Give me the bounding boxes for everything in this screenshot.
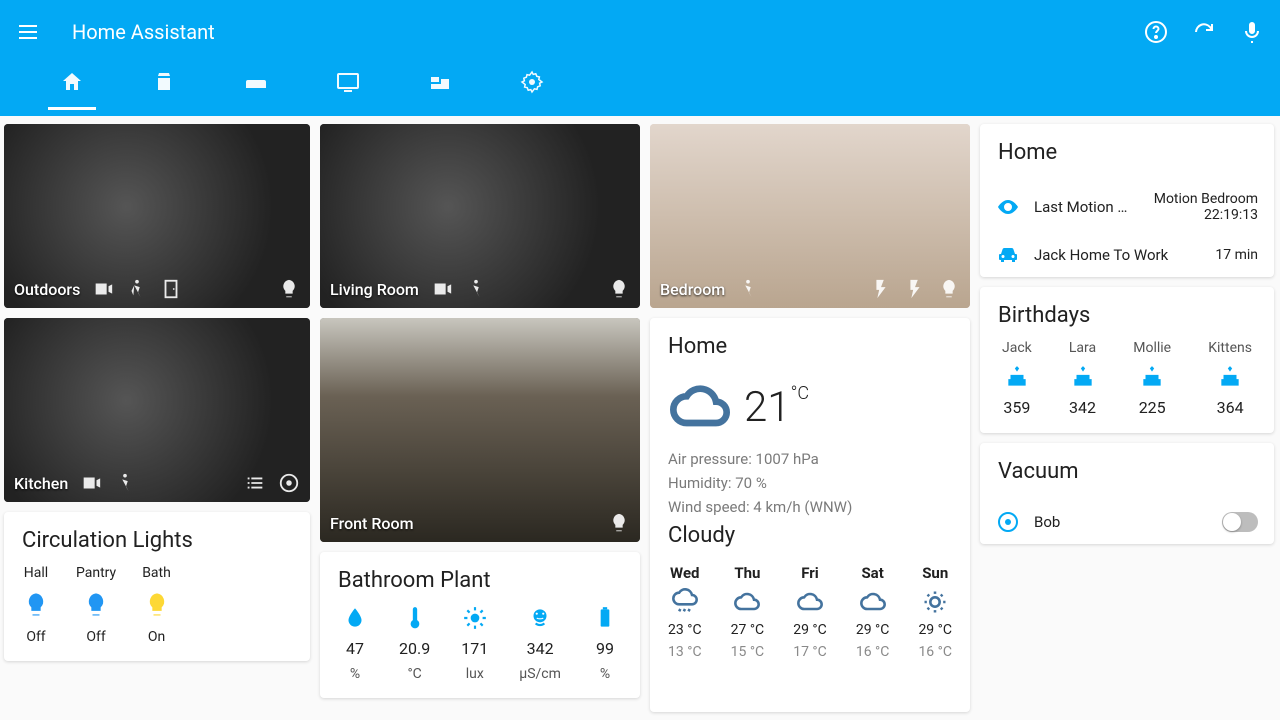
camera-label: Front Room bbox=[330, 514, 414, 533]
bulb-icon[interactable] bbox=[608, 512, 630, 534]
menu-button[interactable] bbox=[16, 20, 40, 44]
forecast-day: Thu27 °C15 °C bbox=[731, 564, 765, 660]
forecast-day: Sun29 °C16 °C bbox=[918, 564, 952, 660]
card-title: Home bbox=[998, 140, 1256, 165]
bulb-icon[interactable] bbox=[278, 278, 300, 300]
lights-card: Circulation Lights Hall Off Pantry Off B… bbox=[4, 512, 310, 661]
dashboard: Outdoors Kitchen Circulation Lights bbox=[0, 116, 1280, 720]
tab-bedroom[interactable] bbox=[416, 70, 464, 106]
plant-temp: 20.9°C bbox=[399, 605, 430, 682]
motion-icon bbox=[465, 278, 487, 300]
camera-label: Outdoors bbox=[14, 280, 80, 299]
plant-battery: 99% bbox=[592, 605, 618, 682]
camera-label: Living Room bbox=[330, 280, 419, 299]
plant-conductivity: 342µS/cm bbox=[519, 605, 561, 682]
tab-media[interactable] bbox=[324, 70, 372, 106]
row-last-motion[interactable]: Last Motion … Motion Bedroom 22:19:13 bbox=[980, 181, 1274, 233]
plant-card: Bathroom Plant 47% 20.9°C 171lux 342µS/c… bbox=[320, 552, 640, 698]
row-commute[interactable]: Jack Home To Work 17 min bbox=[980, 233, 1274, 277]
nav-tabs bbox=[0, 64, 1280, 112]
video-icon[interactable] bbox=[80, 472, 102, 494]
plant-moisture: 47% bbox=[342, 605, 368, 682]
plant-metrics: 47% 20.9°C 171lux 342µS/cm 99% bbox=[338, 605, 622, 682]
video-icon[interactable] bbox=[431, 278, 453, 300]
card-title: Bathroom Plant bbox=[338, 568, 622, 593]
tab-kitchen[interactable] bbox=[140, 70, 188, 106]
camera-kitchen[interactable]: Kitchen bbox=[4, 318, 310, 502]
light-hall[interactable]: Hall Off bbox=[22, 565, 50, 645]
weather-attributes: Air pressure: 1007 hPa Humidity: 70 % Wi… bbox=[668, 447, 952, 519]
camera-outdoors[interactable]: Outdoors bbox=[4, 124, 310, 308]
birthday-lara: Lara342 bbox=[1069, 340, 1096, 417]
card-title: Home bbox=[668, 334, 952, 359]
refresh-icon[interactable] bbox=[1192, 20, 1216, 44]
weather-card: Home 21°C Air pressure: 1007 hPa Humidit… bbox=[650, 318, 970, 712]
motion-icon bbox=[114, 472, 136, 494]
flash-icon[interactable] bbox=[870, 278, 892, 300]
birthday-mollie: Mollie225 bbox=[1133, 340, 1171, 417]
camera-label: Bedroom bbox=[660, 280, 725, 299]
light-pantry[interactable]: Pantry Off bbox=[76, 565, 116, 645]
card-title: Circulation Lights bbox=[22, 528, 292, 553]
camera-bedroom[interactable]: Bedroom bbox=[650, 124, 970, 308]
birthday-jack: Jack359 bbox=[1002, 340, 1032, 417]
bulb-icon[interactable] bbox=[608, 278, 630, 300]
plant-light: 171lux bbox=[461, 605, 488, 682]
forecast-row: Wed23 °C13 °C Thu27 °C15 °C Fri29 °C17 °… bbox=[668, 564, 952, 660]
row-vacuum[interactable]: Bob bbox=[980, 500, 1274, 544]
mic-icon[interactable] bbox=[1240, 20, 1264, 44]
video-icon[interactable] bbox=[92, 278, 114, 300]
app-header: Home Assistant bbox=[0, 0, 1280, 116]
forecast-day: Sat29 °C16 °C bbox=[856, 564, 890, 660]
camera-label: Kitchen bbox=[14, 474, 68, 493]
car-icon bbox=[996, 243, 1020, 267]
vacuum-icon bbox=[996, 510, 1020, 534]
light-bath[interactable]: Bath On bbox=[142, 565, 171, 645]
card-title: Birthdays bbox=[998, 303, 1256, 328]
cloud-icon bbox=[668, 375, 732, 439]
camera-front-room[interactable]: Front Room bbox=[320, 318, 640, 542]
forecast-day: Wed23 °C13 °C bbox=[668, 564, 702, 660]
door-icon bbox=[160, 278, 182, 300]
motion-icon bbox=[126, 278, 148, 300]
list-icon[interactable] bbox=[244, 472, 266, 494]
vacuum-switch[interactable] bbox=[1222, 512, 1258, 532]
home-card: Home Last Motion … Motion Bedroom 22:19:… bbox=[980, 124, 1274, 277]
app-title: Home Assistant bbox=[72, 20, 1144, 44]
camera-living-room[interactable]: Living Room bbox=[320, 124, 640, 308]
tab-living[interactable] bbox=[232, 70, 280, 106]
tab-home[interactable] bbox=[48, 70, 96, 106]
birthdays-card: Birthdays Jack359 Lara342 Mollie225 Kitt… bbox=[980, 287, 1274, 433]
eye-icon bbox=[996, 195, 1020, 219]
current-temp: 21°C bbox=[744, 383, 809, 432]
target-icon[interactable] bbox=[278, 472, 300, 494]
card-title: Vacuum bbox=[998, 459, 1256, 484]
help-icon[interactable] bbox=[1144, 20, 1168, 44]
bulb-icon[interactable] bbox=[938, 278, 960, 300]
vacuum-card: Vacuum Bob bbox=[980, 443, 1274, 544]
birthday-kittens: Kittens364 bbox=[1208, 340, 1252, 417]
motion-icon bbox=[737, 278, 759, 300]
weather-condition: Cloudy bbox=[668, 523, 952, 548]
tab-settings[interactable] bbox=[508, 70, 556, 106]
forecast-day: Fri29 °C17 °C bbox=[793, 564, 827, 660]
flash-icon[interactable] bbox=[904, 278, 926, 300]
